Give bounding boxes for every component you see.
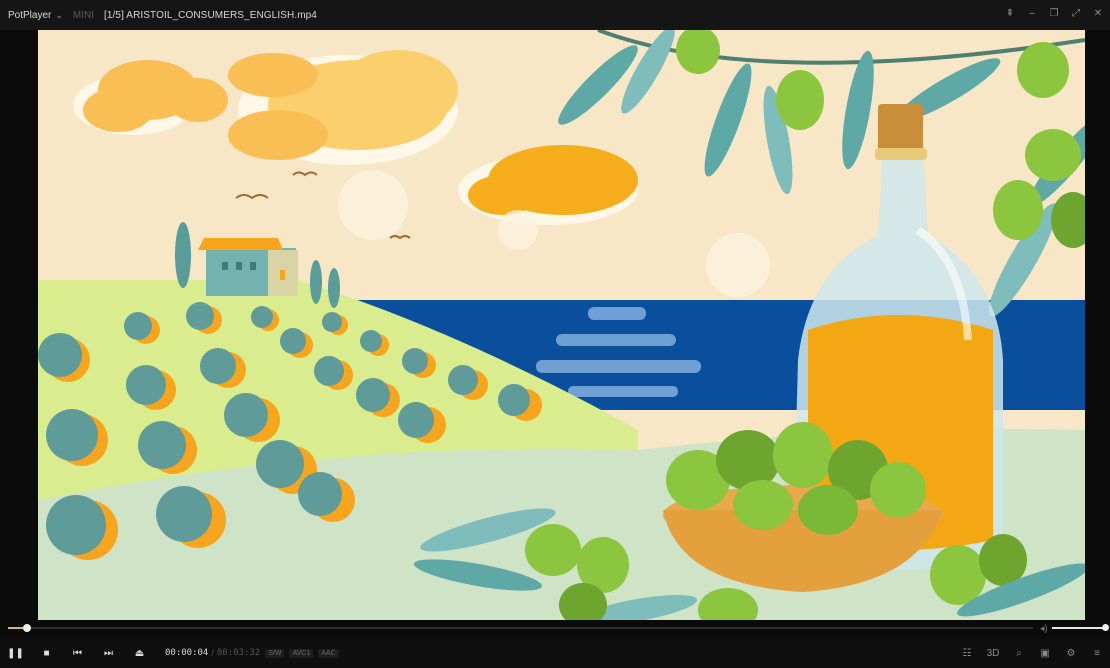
minimize-icon[interactable]: – (1026, 8, 1038, 20)
decoder-tag[interactable]: S/W (265, 648, 285, 658)
volume-control: ◂) (1040, 622, 1109, 634)
control-bar: ❚❚ ■ ⏮ ⏭ ⏏ 00:00:04 / 00:03:32 S/W AVC1 … (0, 638, 1110, 668)
pause-icon[interactable]: ❚❚ (0, 648, 31, 659)
settings-icon[interactable]: ⚙ (1064, 648, 1078, 659)
pin-icon[interactable]: ⇞ (1004, 8, 1016, 20)
total-time: 00:03:32 (216, 648, 261, 658)
screen-icon[interactable]: ▣ (1038, 648, 1052, 659)
right-controls: ☷ 3D ⌕ ▣ ⚙ ≡ (960, 638, 1104, 668)
seek-track (8, 627, 1033, 629)
zoom-icon[interactable]: ⌕ (1012, 648, 1026, 659)
audio-codec-tag[interactable]: AAC (318, 648, 339, 658)
fullscreen-icon[interactable]: ⤢ (1070, 8, 1082, 20)
window-controls: ⇞ – ❐ ⤢ ✕ (1004, 8, 1104, 20)
current-time: 00:00:04 (165, 648, 209, 658)
cloud-center (228, 50, 458, 165)
menu-icon[interactable]: ≡ (1090, 648, 1104, 659)
playlist-icon[interactable]: ☷ (960, 648, 974, 659)
seek-handle[interactable] (23, 624, 32, 632)
3d-icon[interactable]: 3D (986, 648, 1000, 659)
close-icon[interactable]: ✕ (1092, 8, 1104, 20)
app-name[interactable]: PotPlayer (0, 10, 51, 21)
seek-bar[interactable] (8, 624, 1033, 632)
previous-icon[interactable]: ⏮ (62, 648, 93, 659)
title-bar: PotPlayer ⌄ MINI [1/5] ARISTOIL_CONSUMER… (0, 0, 1110, 30)
olive-oil-illustration (38, 30, 1085, 620)
eject-icon[interactable]: ⏏ (124, 648, 155, 659)
video-frame[interactable] (38, 30, 1085, 620)
next-icon[interactable]: ⏭ (93, 648, 124, 659)
time-separator: / (211, 648, 214, 658)
stop-icon[interactable]: ■ (31, 648, 62, 659)
speaker-icon[interactable]: ◂) (1040, 623, 1052, 634)
file-title: [1/5] ARISTOIL_CONSUMERS_ENGLISH.mp4 (104, 9, 317, 21)
mini-mode-button[interactable]: MINI (73, 10, 94, 21)
volume-slider[interactable] (1052, 624, 1109, 631)
video-codec-tag[interactable]: AVC1 (289, 648, 314, 658)
chevron-down-icon[interactable]: ⌄ (55, 10, 63, 21)
restore-icon[interactable]: ❐ (1048, 8, 1060, 20)
volume-handle[interactable] (1102, 624, 1109, 631)
